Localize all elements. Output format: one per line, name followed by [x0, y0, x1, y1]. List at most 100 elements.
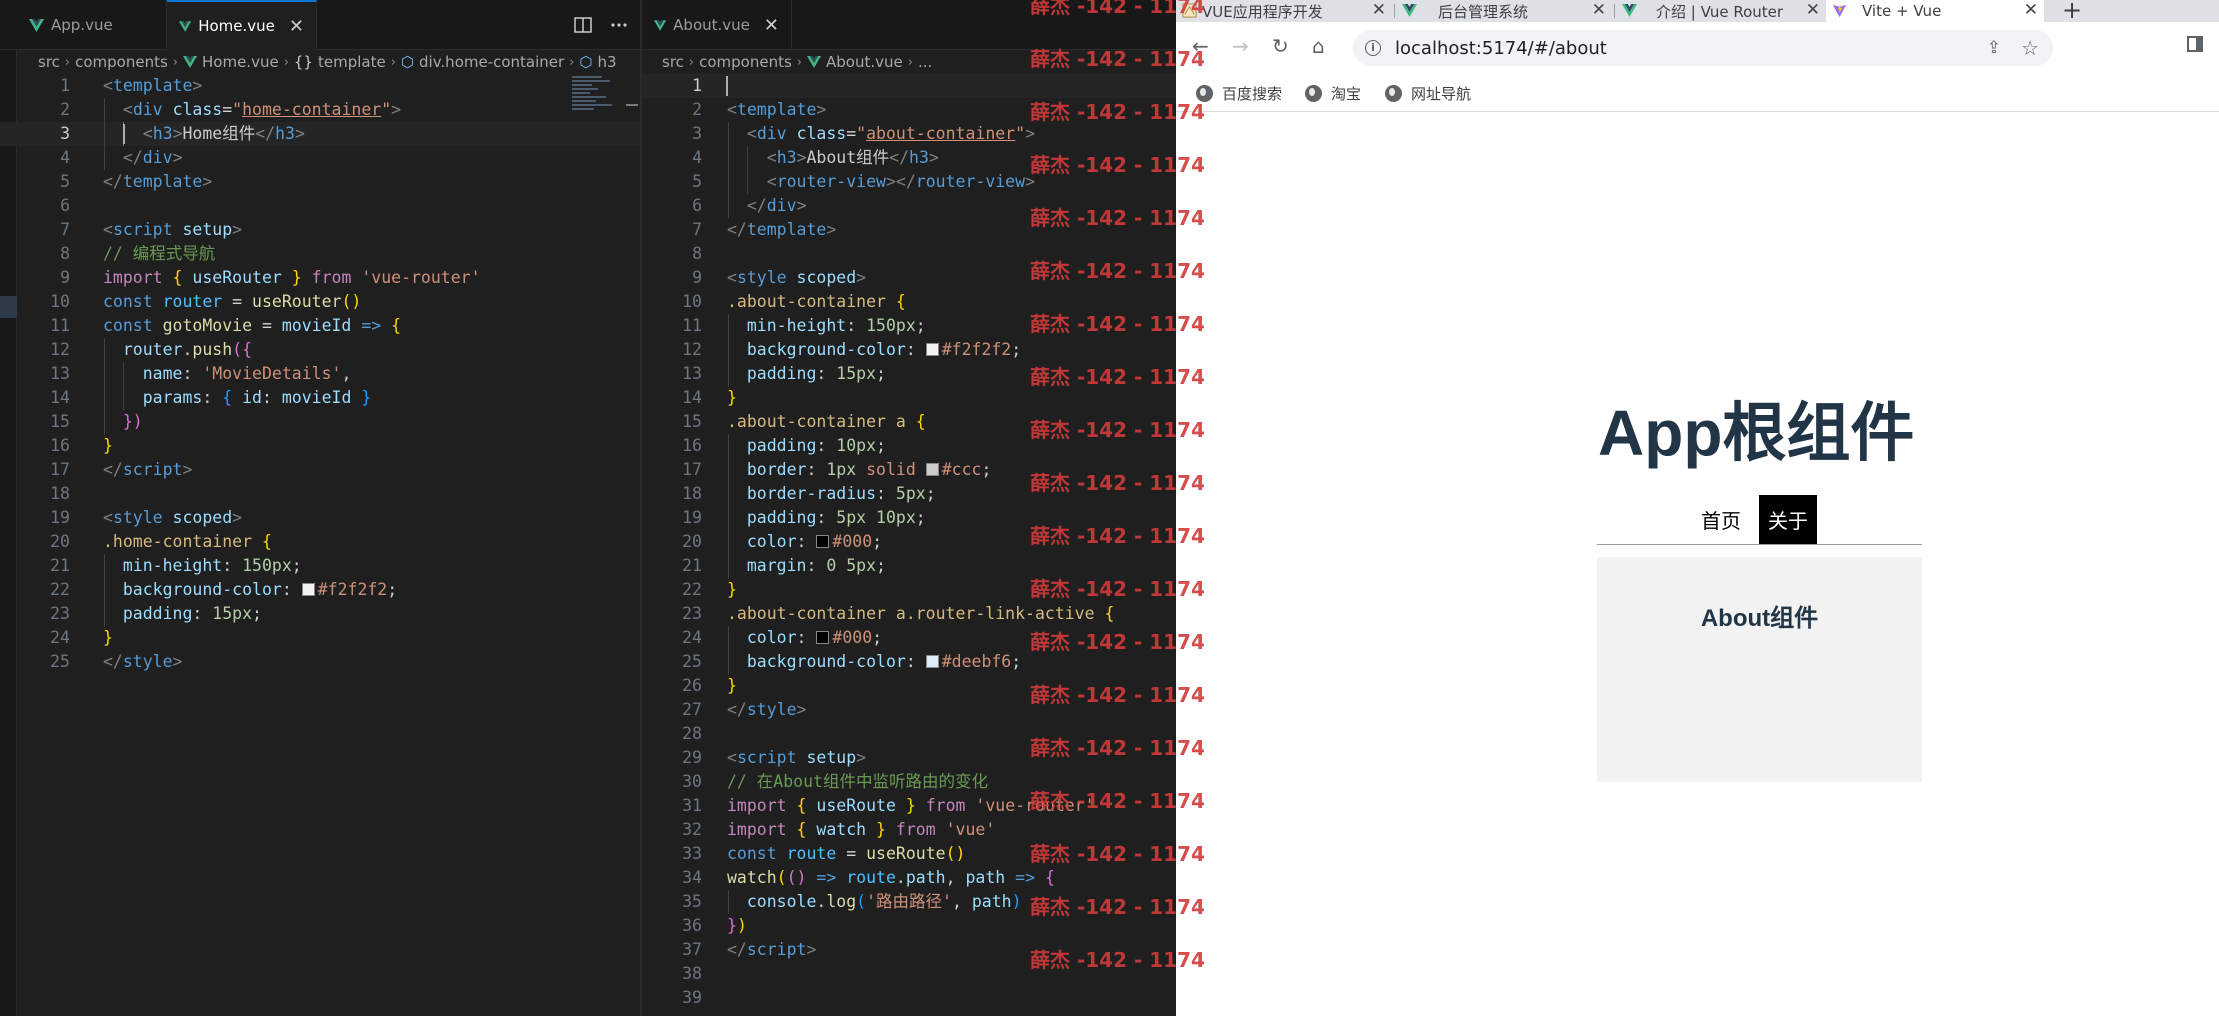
line-number: 35 — [682, 892, 702, 911]
line-number: 20 — [50, 532, 70, 551]
color-swatch[interactable] — [925, 463, 939, 476]
nav-link-home[interactable]: 首页 — [1692, 495, 1750, 544]
line-number: 13 — [50, 364, 70, 383]
watermark-text: 薛杰 -142 - 1174 — [1030, 47, 1205, 71]
browser-tab[interactable]: VUE应用程序开发 ✕ — [1176, 0, 1392, 22]
breadcrumb-item[interactable]: src › — [38, 53, 75, 71]
bookmark-item[interactable]: 网址导航 — [1385, 74, 1471, 112]
color-swatch[interactable] — [816, 535, 830, 548]
color-swatch[interactable] — [925, 343, 939, 356]
tab-about-vue[interactable]: About.vue ✕ — [642, 0, 792, 50]
breadcrumb-item[interactable]: ... — [918, 53, 932, 71]
browser-toolbar: ← → ↻ ⌂ i localhost:5174/#/about ⇪ ☆ — [1176, 22, 2219, 74]
breadcrumb-item[interactable]: ⬡ div.home-container › — [401, 53, 580, 71]
line-number: 8 — [692, 244, 702, 263]
more-actions-icon[interactable] — [610, 22, 628, 28]
watermark-text: 薛杰 -142 - 1174 — [1030, 100, 1205, 124]
line-number: 1 — [692, 76, 702, 95]
line-number: 22 — [682, 580, 702, 599]
side-panel-icon[interactable] — [2187, 36, 2203, 52]
line-number: 9 — [692, 268, 702, 287]
browser-tab-active[interactable]: Vite + Vue ✕ — [1826, 0, 2044, 22]
home-icon[interactable]: ⌂ — [1312, 34, 1325, 58]
vue-file-icon — [807, 56, 821, 68]
chevron-right-icon: › — [569, 54, 575, 70]
line-number: 14 — [682, 388, 702, 407]
code-editor-left[interactable]: 1 <template> 2 <div class="home-container… — [0, 74, 640, 674]
line-number: 23 — [50, 604, 70, 623]
line-number: 5 — [60, 172, 70, 191]
line-number: 22 — [50, 580, 70, 599]
line-number: 33 — [682, 844, 702, 863]
line-number: 18 — [50, 484, 70, 503]
line-number: 26 — [682, 676, 702, 695]
line-number: 19 — [682, 508, 702, 527]
breadcrumb-item[interactable]: {} template › — [294, 53, 401, 71]
chevron-right-icon: › — [283, 54, 289, 70]
close-tab-icon[interactable]: ✕ — [764, 15, 779, 36]
watermark-text: 薛杰 -142 - 1174 — [1030, 365, 1205, 389]
tab-app-vue[interactable]: App.vue — [17, 0, 167, 50]
line-number: 16 — [682, 436, 702, 455]
line-number: 16 — [50, 436, 70, 455]
breadcrumb-item[interactable]: Home.vue › — [183, 53, 294, 71]
split-editor-icon[interactable] — [574, 17, 592, 33]
breadcrumb-item[interactable]: src › — [662, 53, 699, 71]
bookmark-star-icon[interactable]: ☆ — [2021, 36, 2039, 60]
close-tab-icon[interactable]: ✕ — [1806, 0, 1820, 20]
cube-icon: ⬡ — [400, 53, 415, 71]
color-swatch[interactable] — [925, 655, 939, 668]
tab-home-vue[interactable]: Home.vue ✕ — [167, 0, 317, 50]
breadcrumb-item[interactable]: components › — [699, 53, 807, 71]
breadcrumb-item[interactable]: ⬡ h3 — [579, 53, 616, 71]
vite-logo-icon — [1832, 3, 1847, 18]
line-number: 5 — [692, 172, 702, 191]
new-tab-button[interactable]: + — [2062, 0, 2082, 24]
line-number: 12 — [682, 340, 702, 359]
color-swatch[interactable] — [301, 583, 315, 596]
bookmark-item[interactable]: 淘宝 — [1305, 74, 1361, 112]
site-info-icon[interactable]: i — [1365, 40, 1381, 56]
line-number: 19 — [50, 508, 70, 527]
breadcrumb-item[interactable]: About.vue › — [807, 53, 918, 71]
url-text[interactable]: localhost:5174/#/about — [1395, 38, 1607, 59]
browser-tab[interactable]: 介绍 | Vue Router ✕ — [1616, 0, 1826, 22]
watermark-text: 薛杰 -142 - 1174 — [1030, 206, 1205, 230]
reload-icon[interactable]: ↻ — [1272, 34, 1289, 58]
line-number: 37 — [682, 940, 702, 959]
address-bar[interactable]: i localhost:5174/#/about ⇪ ☆ — [1353, 30, 2053, 66]
line-number: 36 — [682, 916, 702, 935]
left-tab-bar: App.vue Home.vue ✕ — [0, 0, 640, 50]
browser-tab-title: 介绍 | Vue Router — [1656, 2, 1784, 21]
line-number: 3 — [60, 124, 70, 143]
line-number: 10 — [50, 292, 70, 311]
line-number: 21 — [682, 556, 702, 575]
watermark-text: 薛杰 -142 - 1174 — [1030, 683, 1205, 707]
close-tab-icon[interactable]: ✕ — [289, 16, 304, 37]
browser-tab-strip: VUE应用程序开发 ✕ 后台管理系统 ✕ 介绍 | Vue Router ✕ V… — [1176, 0, 2219, 24]
breadcrumb-item[interactable]: components › — [75, 53, 183, 71]
nav-link-about[interactable]: 关于 — [1759, 495, 1817, 544]
about-container: About组件 — [1597, 557, 1922, 782]
line-number: 12 — [50, 340, 70, 359]
close-tab-icon[interactable]: ✕ — [1372, 0, 1386, 20]
watermark-text: 薛杰 -142 - 1174 — [1030, 471, 1205, 495]
watermark-text: 薛杰 -142 - 1174 — [1030, 895, 1205, 919]
browser-tab-title: Vite + Vue — [1862, 2, 1942, 20]
globe-icon — [1385, 84, 1402, 102]
color-swatch[interactable] — [816, 631, 830, 644]
share-icon[interactable]: ⇪ — [1987, 38, 2001, 58]
bookmark-item[interactable]: 百度搜索 — [1196, 74, 1282, 112]
line-number: 15 — [682, 412, 702, 431]
browser-tab[interactable]: 后台管理系统 ✕ — [1396, 0, 1612, 22]
line-number: 11 — [50, 316, 70, 335]
forward-icon[interactable]: → — [1232, 34, 1249, 58]
line-number: 11 — [682, 316, 702, 335]
line-number: 17 — [50, 460, 70, 479]
line-number: 2 — [60, 100, 70, 119]
vue-file-icon — [29, 18, 44, 32]
vue-file-icon — [183, 56, 197, 68]
close-tab-icon[interactable]: ✕ — [2024, 0, 2038, 20]
close-tab-icon[interactable]: ✕ — [1592, 0, 1606, 20]
watermark-text: 薛杰 -142 - 1174 — [1030, 524, 1205, 548]
